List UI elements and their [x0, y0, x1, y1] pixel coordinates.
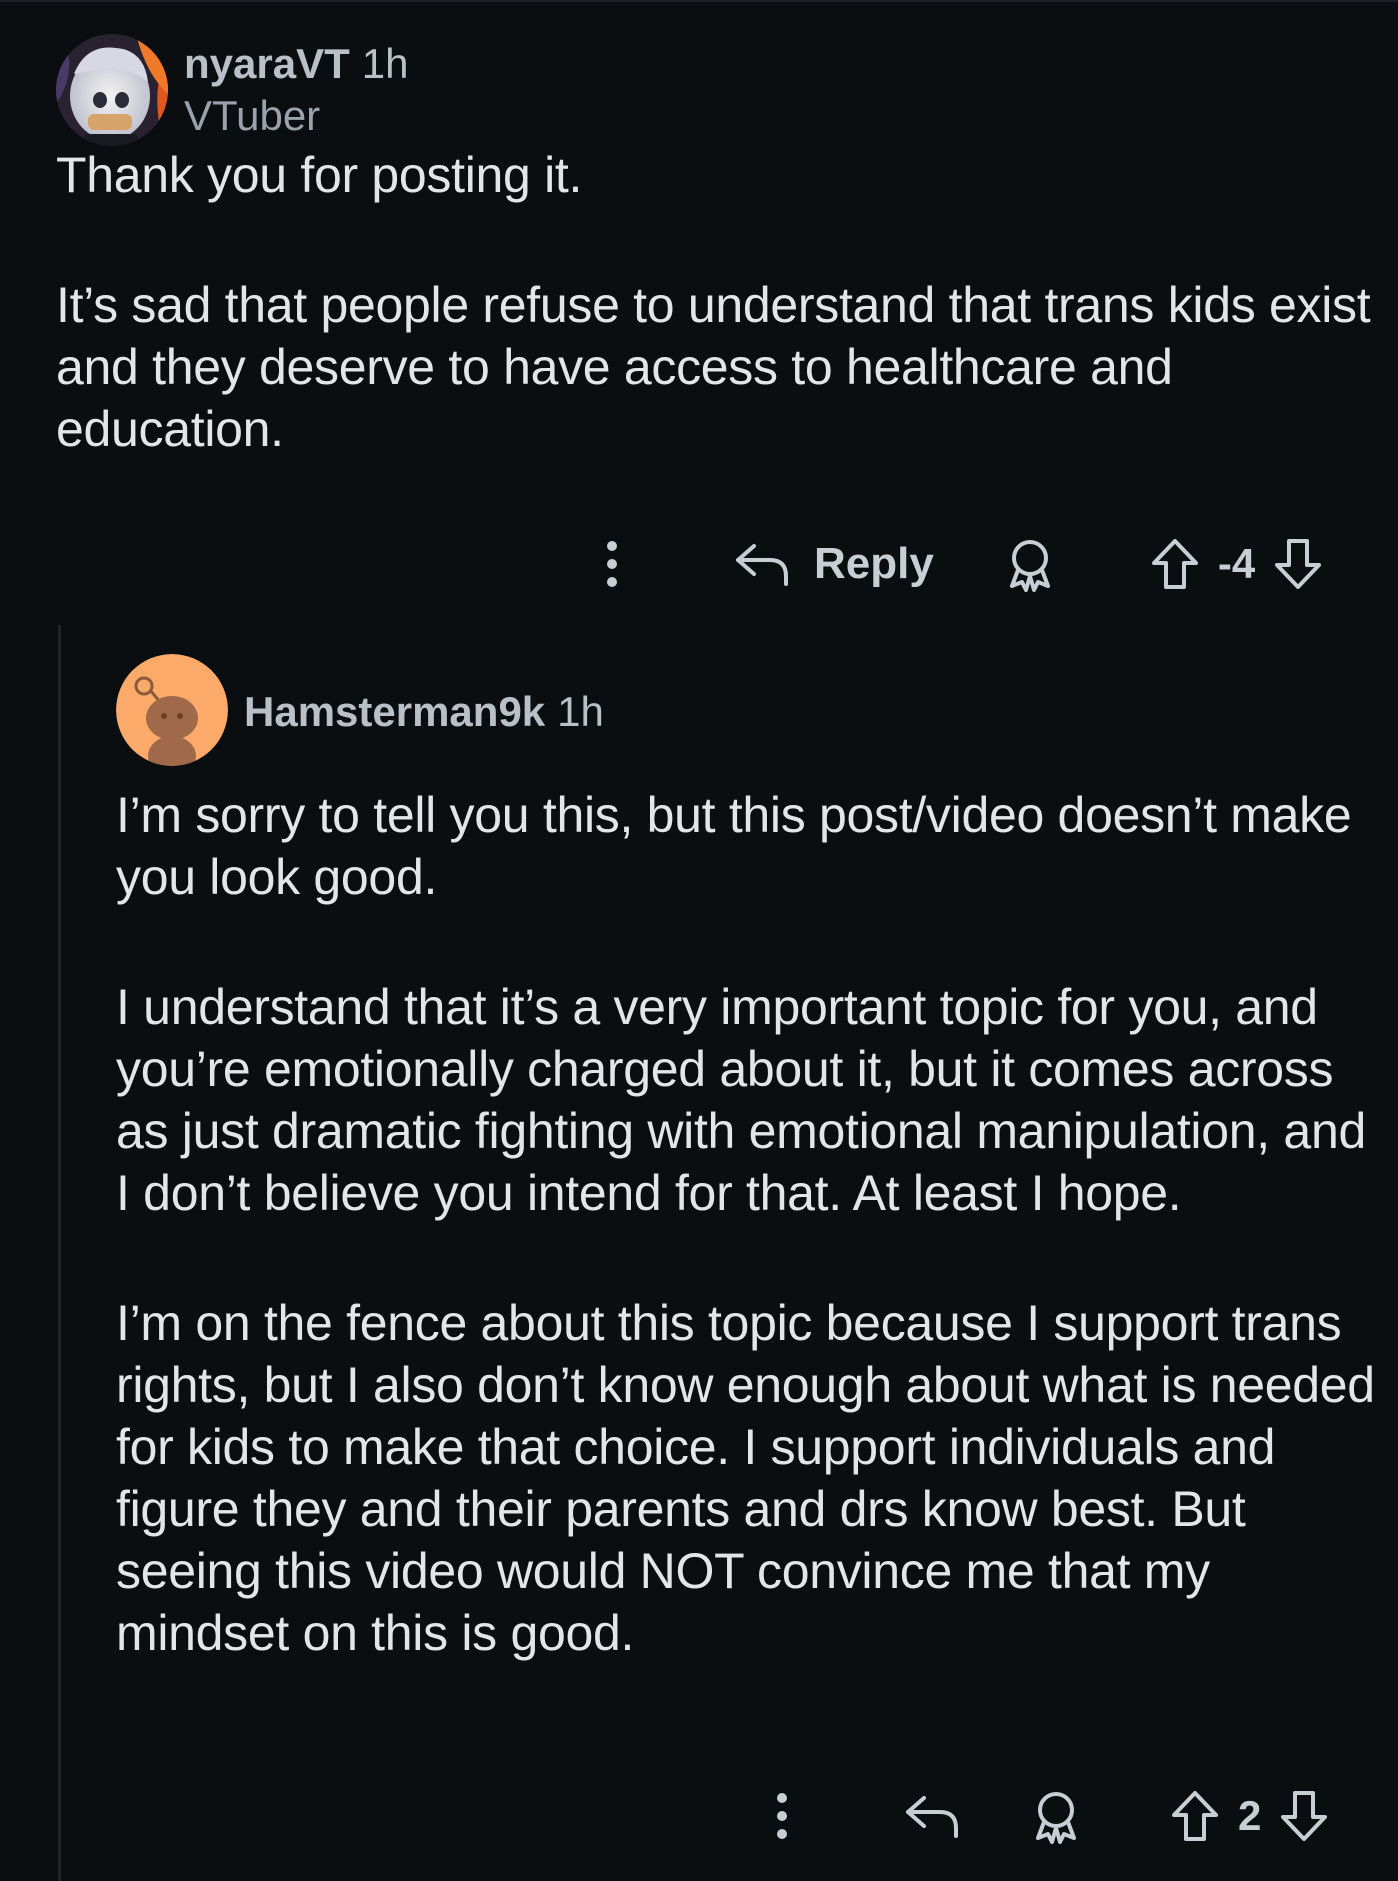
upvote-arrow-icon[interactable] — [1150, 537, 1200, 591]
comment-header: Hamsterman9k 1h — [116, 654, 1386, 766]
comment-paragraph: I’m on the fence about this topic becaus… — [116, 1295, 1375, 1661]
comment-paragraph: I’m sorry to tell you this, but this pos… — [116, 787, 1352, 905]
comment-paragraph: Thank you for posting it. — [56, 147, 583, 203]
comment-meta: Hamsterman9k 1h — [244, 654, 604, 736]
vertical-dots-icon[interactable] — [600, 536, 624, 592]
top-divider — [0, 0, 1398, 2]
reply-arrow-icon[interactable] — [904, 1792, 960, 1840]
downvote-arrow-icon[interactable] — [1273, 537, 1323, 591]
vertical-dots-icon[interactable] — [770, 1788, 794, 1844]
username[interactable]: Hamsterman9k — [244, 688, 545, 736]
comment-header: nyaraVT 1h VTuber — [56, 34, 1376, 146]
meta-line: Hamsterman9k 1h — [244, 688, 604, 736]
comment-body: Thank you for posting it. It’s sad that … — [56, 144, 1376, 460]
comment-actions: 2 — [770, 1788, 1329, 1844]
upvote-arrow-icon[interactable] — [1170, 1789, 1220, 1843]
comment-actions: Reply -4 — [600, 536, 1323, 592]
avatar[interactable] — [116, 654, 228, 766]
vote-score: -4 — [1217, 540, 1256, 587]
meta-line: nyaraVT 1h — [184, 40, 408, 88]
user-flair: VTuber — [184, 92, 321, 139]
comment-hamsterman9k: Hamsterman9k 1h I’m sorry to tell you th… — [116, 654, 1386, 1664]
thread-line[interactable] — [58, 625, 61, 1881]
username[interactable]: nyaraVT — [184, 40, 350, 88]
reply-arrow-icon[interactable] — [734, 540, 790, 588]
avatar[interactable] — [56, 34, 168, 146]
comment-paragraph: It’s sad that people refuse to understan… — [56, 277, 1371, 457]
timestamp: 1h — [361, 40, 409, 87]
downvote-arrow-icon[interactable] — [1279, 1789, 1329, 1843]
award-icon[interactable] — [1004, 536, 1056, 592]
timestamp: 1h — [557, 688, 604, 735]
award-icon[interactable] — [1030, 1788, 1082, 1844]
comment-nyaravt: nyaraVT 1h VTuber Thank you for posting … — [56, 34, 1376, 460]
vote-score: 2 — [1238, 1792, 1262, 1839]
comment-paragraph: I understand that it’s a very important … — [116, 979, 1366, 1221]
reply-button[interactable]: Reply — [814, 539, 934, 589]
comment-body: I’m sorry to tell you this, but this pos… — [116, 784, 1386, 1664]
comment-meta: nyaraVT 1h VTuber — [184, 34, 408, 140]
